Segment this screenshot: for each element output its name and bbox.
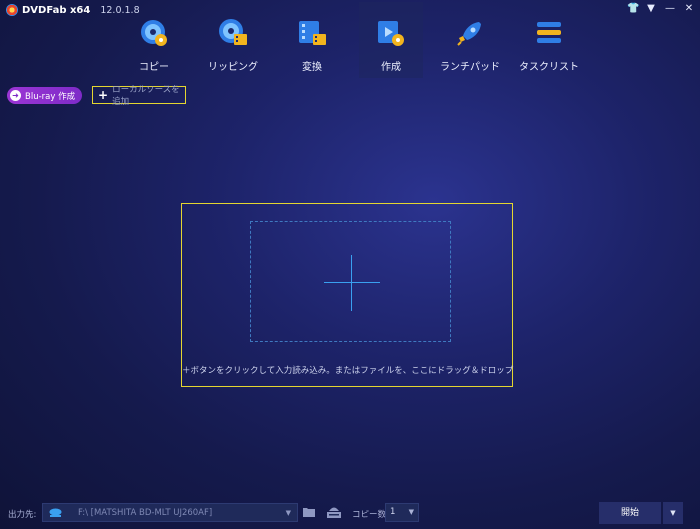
tab-copy-label: コピー — [139, 62, 169, 73]
bd-drive-icon — [49, 508, 62, 517]
mode-label: Blu-ray 作成 — [25, 91, 76, 102]
copies-value: 1 — [390, 507, 396, 517]
start-options-dropdown[interactable]: ▼ — [663, 502, 683, 524]
blu-ray-create-mode-button[interactable]: ➜ Blu-ray 作成 — [7, 87, 83, 104]
drop-zone[interactable] — [250, 221, 451, 342]
app-logo: DVDFab x64 12.0.1.8 — [6, 4, 140, 16]
close-icon[interactable]: ✕ — [684, 3, 694, 14]
tab-convert[interactable]: 変換 — [280, 2, 344, 78]
add-source-label: ローカルソースを追加 — [112, 85, 180, 107]
tab-launchpad[interactable]: ランチパッド — [438, 2, 502, 78]
rocket-icon — [457, 22, 481, 46]
dropdown-icon[interactable]: ▼ — [646, 3, 656, 14]
window-controls: 👕 ▼ — ✕ — [627, 3, 694, 14]
folder-icon[interactable] — [303, 507, 315, 517]
task-list-icon — [537, 22, 561, 43]
copies-select[interactable]: 1 ▼ — [385, 503, 419, 522]
iso-icon[interactable] — [326, 505, 342, 519]
drop-panel[interactable]: ＋ボタンをクリックして入力読み込み。またはファイルを、ここにドラッグ＆ドロップ — [181, 203, 513, 387]
minimize-icon[interactable]: — — [665, 3, 675, 14]
tab-convert-label: 変換 — [302, 62, 322, 73]
film-create-icon — [378, 21, 404, 46]
tab-ripping-label: リッピング — [208, 62, 258, 73]
plus-icon: + — [98, 88, 109, 102]
output-path: F:\ [MATSHITA BD-MLT UJ260AF] — [78, 507, 213, 518]
chevron-down-icon: ▼ — [408, 508, 414, 516]
disc-copy-icon — [141, 20, 167, 46]
add-plus-icon-vertical[interactable] — [351, 255, 352, 311]
tab-copy[interactable]: コピー — [122, 2, 186, 78]
output-destination-select[interactable]: F:\ [MATSHITA BD-MLT UJ260AF] ▼ — [42, 503, 298, 522]
chevron-down-icon[interactable]: ▼ — [286, 509, 291, 517]
drop-hint: ＋ボタンをクリックして入力読み込み。またはファイルを、ここにドラッグ＆ドロップ — [182, 366, 514, 376]
start-button[interactable]: 開始 — [599, 502, 661, 524]
tab-ripping[interactable]: リッピング — [201, 2, 265, 78]
shirt-icon[interactable]: 👕 — [627, 3, 639, 14]
add-plus-icon[interactable] — [324, 282, 380, 283]
tab-create[interactable]: 作成 — [359, 2, 423, 78]
copies-label: コピー数: — [352, 510, 389, 520]
tab-launchpad-label: ランチパッド — [440, 62, 500, 73]
main-nav: コピー リッピング 変換 作成 ランチパッド タスクリスト — [122, 2, 596, 80]
bottom-bar: 出力先: F:\ [MATSHITA BD-MLT UJ260AF] ▼ コピー… — [0, 500, 700, 529]
disc-rip-icon — [219, 19, 247, 45]
arrow-right-icon: ➜ — [10, 90, 21, 101]
add-local-source-button[interactable]: + ローカルソースを追加 — [92, 85, 186, 107]
tab-task-list-label: タスクリスト — [519, 62, 579, 73]
app-brand: DVDFab x64 — [22, 4, 91, 16]
dvdfab-logo-icon — [6, 4, 18, 16]
output-label: 出力先: — [8, 510, 37, 520]
tab-create-label: 作成 — [381, 62, 401, 73]
tab-task-list[interactable]: タスクリスト — [517, 2, 581, 78]
film-convert-icon — [299, 21, 326, 45]
